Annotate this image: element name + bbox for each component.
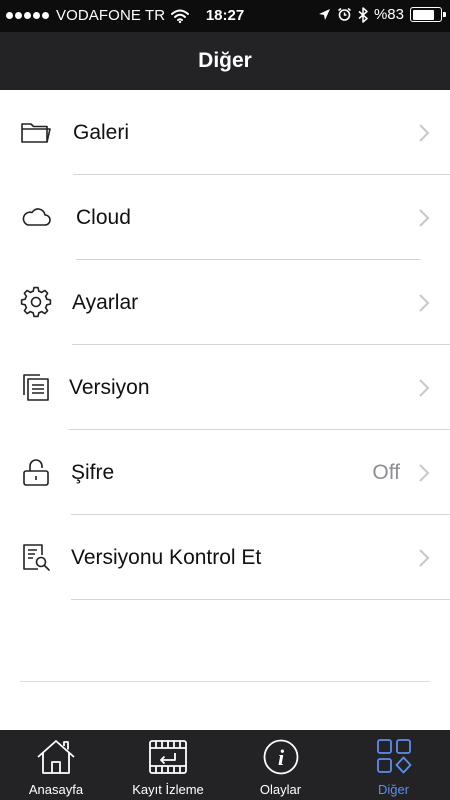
- navigation-bar: Diğer: [0, 32, 450, 90]
- menu-item-sifre[interactable]: Şifre Off: [0, 430, 450, 515]
- tab-olaylar[interactable]: i Olaylar: [224, 730, 337, 800]
- documents-icon: [23, 374, 49, 401]
- folder-icon: [21, 123, 51, 143]
- chevron-right-icon: [419, 549, 430, 567]
- menu-item-galeri[interactable]: Galeri: [0, 90, 450, 175]
- tab-label: Diğer: [377, 782, 410, 797]
- page-title: Diğer: [198, 49, 252, 72]
- menu-item-label: Şifre: [71, 461, 115, 484]
- chevron-right-icon: [419, 379, 430, 397]
- menu-item-label: Versiyon: [69, 376, 150, 399]
- menu-item-label: Cloud: [76, 206, 131, 229]
- menu-item-label: Ayarlar: [72, 291, 139, 314]
- house-icon: [37, 740, 75, 774]
- menu-item-versiyon[interactable]: Versiyon: [0, 345, 450, 430]
- tab-diger[interactable]: Diğer: [337, 730, 450, 800]
- tab-kayit-izleme[interactable]: Kayıt İzleme: [112, 730, 224, 800]
- info-icon: i: [263, 739, 298, 775]
- menu-item-label: Galeri: [73, 121, 130, 144]
- status-bar: VODAFONE TR 18:27 %83: [0, 0, 450, 32]
- menu-item-ayarlar[interactable]: Ayarlar: [0, 260, 450, 345]
- grid-icon: [376, 739, 411, 774]
- tab-label: Anasayfa: [28, 782, 84, 797]
- gear-icon: [20, 286, 52, 318]
- tab-label: Kayıt İzleme: [132, 782, 204, 797]
- battery-percentage: %83: [373, 6, 404, 23]
- chevron-right-icon: [419, 124, 430, 142]
- tab-anasayfa[interactable]: Anasayfa: [0, 730, 112, 800]
- bluetooth-icon: [358, 6, 368, 23]
- lock-icon: [23, 459, 49, 486]
- content-bottom-divider: [20, 681, 430, 682]
- password-status-value: Off: [372, 461, 400, 484]
- chevron-right-icon: [419, 464, 430, 482]
- battery-icon: [410, 7, 446, 22]
- alarm-icon: [337, 7, 351, 21]
- playback-icon: [149, 740, 187, 774]
- menu-item-label: Versiyonu Kontrol Et: [71, 546, 262, 569]
- cloud-icon: [22, 208, 51, 226]
- chevron-right-icon: [419, 294, 430, 312]
- tab-bar: Anasayfa Kayıt İzleme i Olaylar Diğer: [0, 730, 450, 800]
- location-arrow-icon: [318, 9, 330, 20]
- document-search-icon: [23, 544, 50, 571]
- tab-label: Olaylar: [259, 782, 302, 797]
- menu-item-versiyonu-kontrol-et[interactable]: Versiyonu Kontrol Et: [0, 515, 450, 600]
- divider: [71, 599, 450, 600]
- menu-item-cloud[interactable]: Cloud: [0, 175, 450, 260]
- chevron-right-icon: [419, 209, 430, 227]
- status-right: %83: [318, 6, 446, 23]
- svg-text:i: i: [277, 745, 284, 770]
